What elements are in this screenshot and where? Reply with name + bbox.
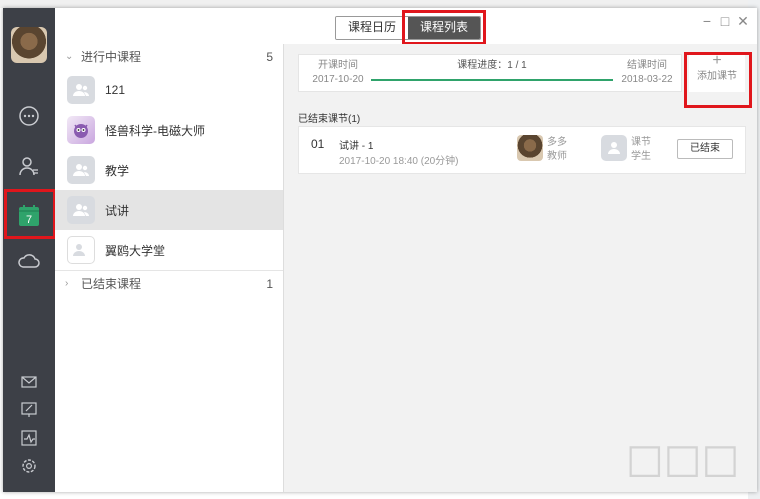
tab-course-calendar[interactable]: 课程日历 xyxy=(336,17,409,39)
group-ended-label: 已结束课程 xyxy=(81,277,142,291)
ended-lessons-title: 已结束课节(1) xyxy=(298,114,361,125)
chat-icon[interactable] xyxy=(3,98,55,134)
progress-bar-fill xyxy=(371,79,613,81)
progress-value: 1 / 1 xyxy=(507,60,527,71)
nav-rail: 7 xyxy=(3,8,56,492)
contacts-icon[interactable] xyxy=(3,148,55,184)
course-progress-card: 开课时间 2017-10-20 课程进度：1 / 1 结课时间 2018-03-… xyxy=(298,54,682,92)
student-avatar-icon xyxy=(601,135,627,161)
title-bar: 课程日历 课程列表 − □ ✕ xyxy=(55,8,757,45)
teacher-role: 教师 xyxy=(547,151,567,162)
course-item-monster-science[interactable]: 怪兽科学-电磁大师 xyxy=(55,110,283,150)
teacher-name: 多多 xyxy=(547,137,567,148)
student-info: 课节 学生 xyxy=(631,136,651,164)
settings-icon[interactable] xyxy=(3,448,55,484)
progress-bar xyxy=(371,79,613,81)
course-list-tab-highlight-box xyxy=(402,10,486,45)
course-item-eeo-university[interactable]: 翼鸥大学堂 xyxy=(55,230,283,270)
progress-label: 课程进度： xyxy=(457,60,508,71)
end-time-label: 结课时间 xyxy=(627,60,667,71)
group-ongoing-label: 进行中课程 xyxy=(81,50,142,64)
group-ended-courses[interactable]: › 已结束课程 1 xyxy=(55,271,283,297)
add-lesson-highlight-box xyxy=(684,52,752,108)
student-name: 课节 xyxy=(631,137,651,148)
chevron-right-icon: › xyxy=(65,278,69,289)
group-ongoing-courses[interactable]: ⌄ 进行中课程 5 xyxy=(55,44,283,70)
student-role: 学生 xyxy=(631,151,651,162)
course-image-icon xyxy=(67,236,95,264)
lesson-time: 2017-10-20 18:40 (20分钟) xyxy=(339,156,459,167)
maximize-button[interactable]: □ xyxy=(718,14,732,28)
group-ended-count: 1 xyxy=(266,277,273,291)
watermark-logo: □□□ xyxy=(626,436,740,482)
teacher-info: 多多 教师 xyxy=(547,136,567,164)
group-ongoing-count: 5 xyxy=(266,50,273,64)
lesson-row[interactable]: 01 试讲 - 1 2017-10-20 18:40 (20分钟) 多多 教师 … xyxy=(298,126,746,174)
start-time-value: 2017-10-20 xyxy=(312,74,364,85)
start-time-block: 开课时间 2017-10-20 xyxy=(307,59,369,87)
course-name: 试讲 xyxy=(105,203,130,218)
progress-text: 课程进度：1 / 1 xyxy=(371,59,613,73)
course-name: 怪兽科学-电磁大师 xyxy=(105,123,205,138)
course-item-121[interactable]: 121 xyxy=(55,70,283,110)
teacher-avatar xyxy=(517,135,543,161)
monster-avatar-icon xyxy=(67,116,95,144)
chevron-down-icon: ⌄ xyxy=(65,51,74,62)
cloud-icon[interactable] xyxy=(3,242,55,278)
calendar-highlight-box xyxy=(4,189,56,239)
lesson-index: 01 xyxy=(311,137,325,151)
course-name: 教学 xyxy=(105,163,130,178)
close-button[interactable]: ✕ xyxy=(736,14,750,28)
background-edge-top xyxy=(0,0,760,8)
end-time-block: 结课时间 2018-03-22 xyxy=(617,59,677,87)
course-item-teaching[interactable]: 教学 xyxy=(55,150,283,190)
course-item-trial-lecture[interactable]: 试讲 xyxy=(55,190,283,230)
end-time-value: 2018-03-22 xyxy=(621,74,673,85)
course-list-panel: ⌄ 进行中课程 5 121 怪兽科学-电磁大师 教学 试讲 翼鸥大学堂 › 已结… xyxy=(55,44,284,492)
course-name: 翼鸥大学堂 xyxy=(105,243,166,258)
group-avatar-icon xyxy=(67,76,95,104)
group-avatar-icon xyxy=(67,156,95,184)
course-detail-panel: 开课时间 2017-10-20 课程进度：1 / 1 结课时间 2018-03-… xyxy=(284,44,757,492)
course-name: 121 xyxy=(105,83,126,97)
minimize-button[interactable]: − xyxy=(700,14,714,28)
group-avatar-icon xyxy=(67,196,95,224)
app-window: 7 课程日历 课程列表 − □ ✕ ⌄ 进行中课程 5 121 怪兽科学-电磁大… xyxy=(3,8,757,492)
lesson-status-button[interactable]: 已结束 xyxy=(677,139,733,159)
start-time-label: 开课时间 xyxy=(318,60,358,71)
lesson-title: 试讲 - 1 xyxy=(339,141,374,152)
user-avatar[interactable] xyxy=(11,27,47,63)
